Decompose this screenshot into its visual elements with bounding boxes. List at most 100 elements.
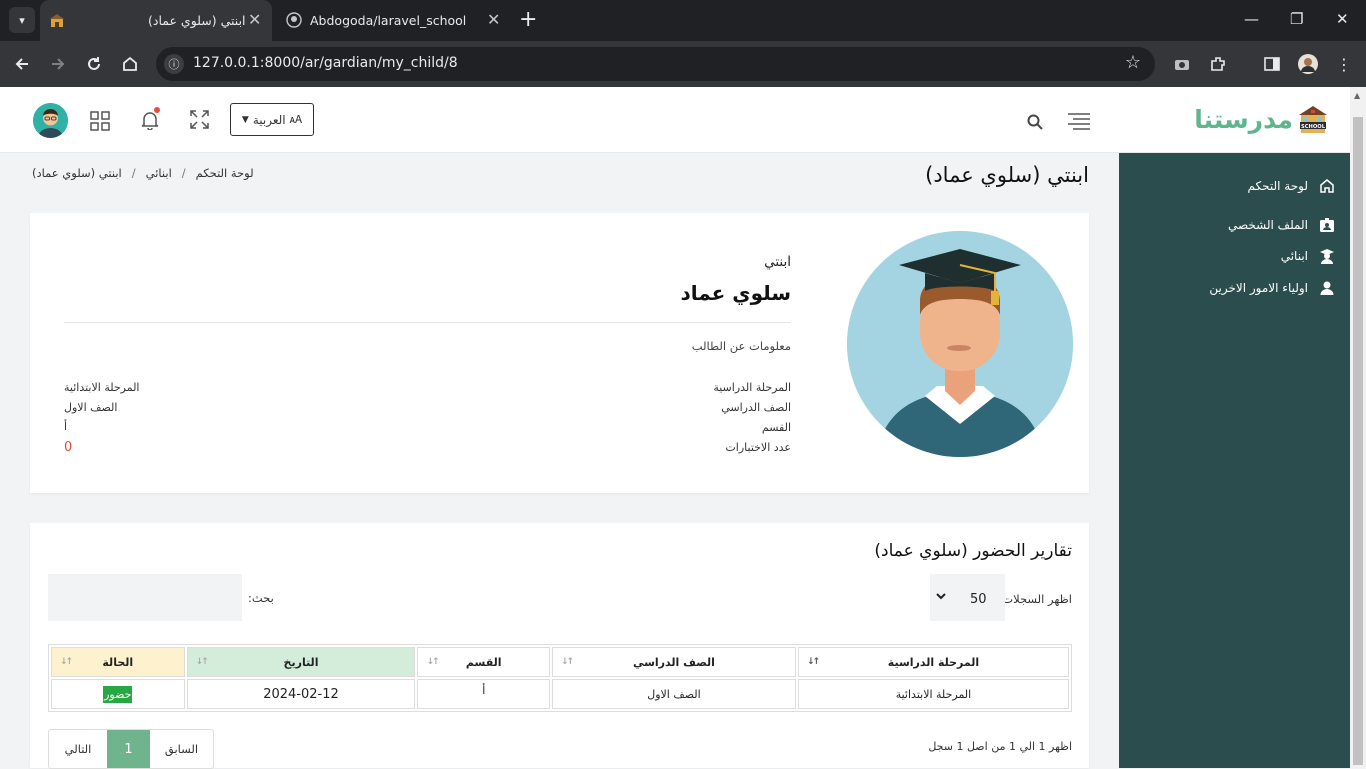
status-badge: حضور: [103, 685, 133, 703]
column-title: المرحلة الدراسية: [887, 655, 980, 669]
site-info-icon[interactable]: ⓘ: [164, 54, 184, 74]
address-bar[interactable]: ⓘ 127.0.0.1:8000/ar/gardian/my_child/8 ☆: [156, 47, 1155, 81]
sidebar-item-profile[interactable]: الملف الشخصي: [1228, 216, 1336, 234]
github-icon: [286, 12, 302, 28]
user-avatar[interactable]: [33, 103, 68, 138]
table-row: المرحلة الابتدائية الصف الاول أ 2024-02-…: [51, 679, 1069, 709]
bookmark-star-icon[interactable]: ☆: [1125, 52, 1141, 73]
breadcrumb-item-dashboard[interactable]: لوحة التحكم: [196, 166, 254, 180]
page-scrollbar[interactable]: ▲: [1350, 87, 1366, 768]
fullscreen-icon[interactable]: [190, 110, 209, 133]
browser-tab-active[interactable]: ابنتي (سلوي عماد) ✕: [40, 0, 272, 41]
url-text: 127.0.0.1:8000/ar/gardian/my_child/8: [193, 55, 458, 71]
column-title: القسم: [465, 655, 502, 669]
sidebar-item-label: لوحة التحكم: [1247, 179, 1309, 193]
column-header-status[interactable]: الحالة ↑↓: [51, 647, 185, 677]
browser-tab[interactable]: Abdogoda/laravel_school ✕: [276, 0, 510, 41]
back-icon[interactable]: [11, 53, 33, 75]
field-value-section: أ: [64, 420, 68, 433]
graduate-icon: [1318, 247, 1336, 265]
sort-icon: ↑↓: [60, 657, 73, 667]
column-title: الصف الدراسي: [632, 655, 715, 669]
close-tab-icon[interactable]: ✕: [487, 10, 500, 30]
next-page-button[interactable]: التالي: [49, 730, 107, 768]
page-length-label: اظهر السجلات: [1002, 592, 1072, 606]
tab-search-button[interactable]: ▾: [9, 7, 35, 33]
restore-icon[interactable]: ❐: [1290, 10, 1303, 28]
notification-bell-icon[interactable]: [141, 110, 159, 134]
info-heading: معلومات عن الطالب: [691, 339, 791, 353]
app-header: 🗚 العربية ▼ SCHOOL مدرستنا: [0, 87, 1350, 153]
reload-icon[interactable]: [83, 53, 105, 75]
cell-stage: المرحلة الابتدائية: [797, 679, 1069, 709]
logo-text: مدرستنا: [1194, 104, 1293, 134]
page-length-value: 50: [970, 592, 987, 607]
field-value-grade: الصف الاول: [64, 401, 118, 414]
page-length-select[interactable]: 50: [930, 574, 1005, 621]
column-header-stage[interactable]: المرحلة الدراسية ↑↓: [797, 647, 1069, 677]
translate-icon: 🗚: [289, 112, 303, 126]
search-input[interactable]: [48, 574, 242, 621]
language-label: العربية: [252, 112, 286, 127]
pagination: التالي 1 السابق: [48, 729, 214, 769]
new-tab-button[interactable]: +: [519, 9, 537, 31]
profile-label: ابنتي: [764, 254, 791, 270]
tab-title: Abdogoda/laravel_school: [310, 13, 467, 28]
field-label-grade: الصف الدراسي: [721, 401, 791, 414]
page-1-button[interactable]: 1: [107, 730, 150, 768]
menu-toggle-icon[interactable]: [1067, 111, 1091, 135]
field-value-stage: المرحلة الابتدائية: [64, 381, 140, 394]
browser-toolbar: ⓘ 127.0.0.1:8000/ar/gardian/my_child/8 ☆…: [0, 41, 1366, 87]
search-icon[interactable]: [1027, 114, 1043, 134]
breadcrumb-separator: /: [181, 166, 186, 180]
search-label: بحث:: [248, 591, 274, 605]
sidebar-item-children[interactable]: ابنائي: [1281, 247, 1336, 265]
field-label-exams: عدد الاختبارات: [725, 441, 791, 454]
sort-icon: ↑↓: [560, 657, 574, 667]
close-window-icon[interactable]: ✕: [1336, 10, 1349, 28]
sidebar-item-other-parents[interactable]: اولياء الامور الاخرين: [1209, 279, 1336, 297]
sidebar-item-dashboard[interactable]: لوحة التحكم: [1248, 177, 1337, 195]
id-card-icon: [1318, 216, 1336, 234]
breadcrumb-item-current: ابنتي (سلوي عماد): [32, 166, 122, 180]
school-logo-icon: SCHOOL: [1299, 106, 1327, 133]
minimize-icon[interactable]: —: [1244, 10, 1259, 28]
column-header-section[interactable]: القسم ↑↓: [417, 647, 550, 677]
app-logo[interactable]: SCHOOL مدرستنا: [1194, 103, 1330, 135]
apps-grid-icon[interactable]: [90, 111, 110, 135]
column-title: الحالة: [102, 655, 134, 669]
sidebar: لوحة التحكم الملف الشخصي ابنائي اولياء ا…: [1119, 153, 1350, 768]
column-header-date[interactable]: التاريخ ↑↓: [186, 647, 416, 677]
cell-section: أ: [417, 679, 550, 709]
student-avatar: [847, 231, 1073, 457]
close-tab-icon[interactable]: ✕: [248, 10, 261, 30]
browser-menu-icon[interactable]: ⋮: [1333, 53, 1355, 75]
breadcrumb-item-children[interactable]: ابنائي: [146, 166, 172, 180]
home-icon[interactable]: [119, 53, 141, 75]
forward-icon[interactable]: [47, 53, 69, 75]
tab-title: ابنتي (سلوي عماد): [148, 13, 246, 28]
camera-icon[interactable]: [1171, 53, 1193, 75]
field-value-exams: 0: [64, 440, 73, 455]
column-title: التاريخ: [283, 655, 319, 669]
user-icon: [1318, 279, 1336, 297]
language-dropdown[interactable]: 🗚 العربية ▼: [230, 103, 314, 136]
scroll-thumb[interactable]: [1353, 117, 1363, 765]
sidebar-item-label: الملف الشخصي: [1228, 218, 1308, 232]
table-info: اظهر 1 الي 1 من اصل 1 سجل: [928, 740, 1072, 753]
profile-avatar-icon[interactable]: [1297, 53, 1319, 75]
cell-grade: الصف الاول: [551, 679, 796, 709]
column-header-grade[interactable]: الصف الدراسي ↑↓: [551, 647, 796, 677]
extensions-icon[interactable]: [1207, 53, 1229, 75]
school-favicon-icon: [50, 14, 64, 27]
attendance-title: تقارير الحضور (سلوي عماد): [874, 541, 1072, 561]
divider: [64, 322, 791, 323]
sort-icon: ↑↓: [426, 657, 439, 667]
field-label-section: القسم: [761, 421, 791, 434]
chevron-down-icon: [936, 593, 946, 600]
student-name: سلوي عماد: [680, 281, 791, 305]
side-panel-icon[interactable]: [1261, 53, 1283, 75]
field-label-stage: المرحلة الدراسية: [713, 381, 791, 394]
scroll-up-icon[interactable]: ▲: [1354, 91, 1360, 100]
previous-page-button[interactable]: السابق: [150, 730, 213, 768]
